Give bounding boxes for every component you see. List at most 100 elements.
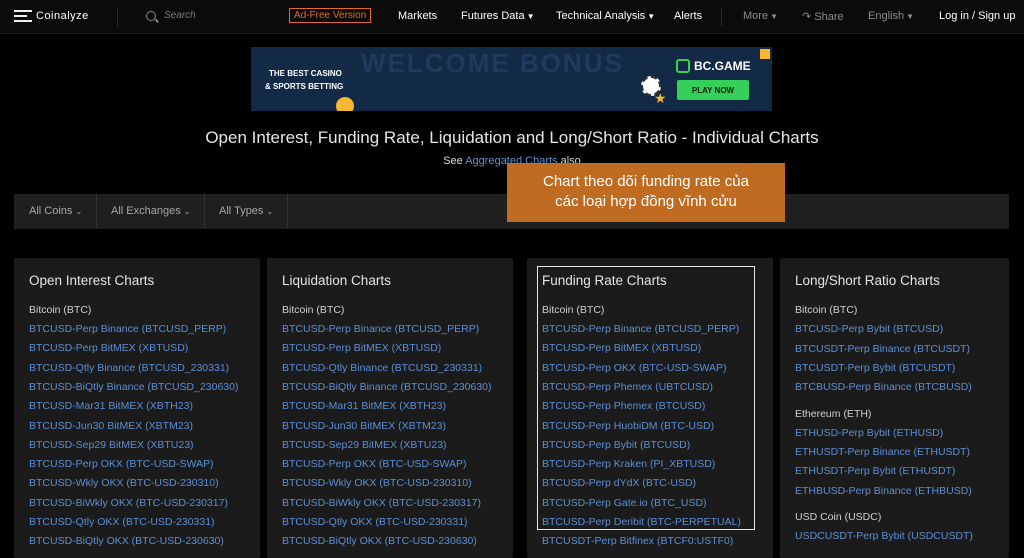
chevron-down-icon: ⌄ [75,207,83,216]
chart-link[interactable]: BTCUSD-Mar31 BitMEX (XBTH23) [29,400,193,412]
chart-link[interactable]: BTCUSD-BiQtly OKX (BTC-USD-230630) [29,535,224,547]
chart-link[interactable]: BTCUSD-BiWkly OKX (BTC-USD-230317) [282,497,481,509]
card-group-label: USD Coin (USDC) [795,511,882,523]
search-input[interactable]: Search [146,10,196,21]
brand-name: Coinalyze [36,10,89,22]
chart-link[interactable]: BTCUSD-Perp Bybit (BTCUSD) [795,323,943,335]
card-title: Long/Short Ratio Charts [795,273,940,288]
chevron-down-icon: ▼ [906,12,914,21]
play-now-button[interactable]: PLAY NOW [677,80,749,100]
chart-link[interactable]: BTCUSD-Wkly OKX (BTC-USD-230310) [29,477,219,489]
filter-divider [204,194,205,229]
chart-link[interactable]: BTCUSD-Sep29 BitMEX (XBTU23) [282,439,447,451]
search-placeholder: Search [164,10,196,21]
filter-exchanges-label: All Exchanges [111,205,181,217]
annotation-line-1: Chart theo dõi funding rate của [543,173,749,190]
filter-all-coins[interactable]: All Coins ⌄ [29,205,82,217]
chart-link[interactable]: BTCUSD-Sep29 BitMEX (XBTU23) [29,439,194,451]
login-signup-link[interactable]: Log in / Sign up [939,10,1015,22]
chart-link[interactable]: BTCUSD-BiQtly Binance (BTCUSD_230630) [29,381,239,393]
card-title: Liquidation Charts [282,273,391,288]
card-group-label: Bitcoin (BTC) [282,304,345,316]
banner-line-1: THE BEST CASINO [269,69,342,78]
banner-line-2: & SPORTS BETTING [265,82,344,91]
card-group-label: Ethereum (ETH) [795,407,872,420]
banner-background-text: WELCOME BONUS [361,48,624,78]
ad-banner[interactable]: WELCOME BONUS THE BEST CASINO & SPORTS B… [251,47,772,111]
filter-divider [287,194,288,229]
bcgame-name: BC.GAME [694,59,751,73]
chart-link[interactable]: BTCUSD-Wkly OKX (BTC-USD-230310) [282,477,472,489]
chevron-down-icon: ▼ [647,12,656,21]
chart-link[interactable]: BTCUSD-Qtly Binance (BTCUSD_230331) [282,362,482,374]
nav-markets[interactable]: Markets [398,10,437,22]
filter-types-label: All Types [219,205,264,217]
logo[interactable]: Coinalyze [14,9,89,23]
filter-all-types[interactable]: All Types ⌄ [219,205,273,217]
filter-all-exchanges[interactable]: All Exchanges ⌄ [111,205,190,217]
nav-language-label: English [868,10,905,22]
nav-share[interactable]: ↷ Share [802,10,844,23]
chart-link[interactable]: BTCUSD-Qtly OKX (BTC-USD-230331) [282,516,468,528]
filter-coins-label: All Coins [29,205,73,217]
ad-free-button[interactable]: Ad-Free Version [289,8,372,23]
chart-link[interactable]: BTCUSD-Qtly Binance (BTCUSD_230331) [29,362,229,374]
search-icon [146,10,156,21]
star-icon: ★ [654,90,667,106]
chart-link[interactable]: BTCUSD-Perp OKX (BTC-USD-SWAP) [282,458,467,470]
chart-link[interactable]: BTCUSD-Perp BitMEX (XBTUSD) [29,342,188,354]
chart-link[interactable]: BTCUSD-Mar31 BitMEX (XBTH23) [282,400,446,412]
chart-link[interactable]: BTCUSD-BiQtly OKX (BTC-USD-230630) [282,535,477,547]
nav-divider [721,7,722,26]
nav-futures-data[interactable]: Futures Data ▼ [461,10,535,22]
long-short-ratio-card: Long/Short Ratio Charts Bitcoin (BTC) BTC… [780,258,1009,558]
chart-link[interactable]: USDCUSDT-Perp Bybit (USDCUSDT) [795,530,973,542]
chevron-down-icon: ▼ [526,12,535,21]
chart-link[interactable]: BTCUSD-Perp BitMEX (XBTUSD) [282,342,441,354]
chart-link[interactable]: BTCUSD-Qtly OKX (BTC-USD-230331) [29,516,215,528]
chart-link[interactable]: BTCUSD-Perp OKX (BTC-USD-SWAP) [29,458,214,470]
annotation-callout: Chart theo dõi funding rate của các loại… [507,163,785,222]
chart-link[interactable]: BTCUSD-BiQtly Binance (BTCUSD_230630) [282,381,492,393]
nav-futures-label: Futures Data [461,10,525,22]
top-nav: Coinalyze Search Ad-Free Version Markets… [0,0,1024,34]
liquidation-card: Liquidation Charts Bitcoin (BTC) BTCUSD-… [267,258,513,558]
share-icon: ↷ [802,11,812,23]
nav-alerts[interactable]: Alerts [674,10,702,22]
menu-icon[interactable] [14,9,32,23]
filter-divider [96,194,97,229]
chevron-down-icon: ⌄ [266,207,274,216]
chart-link[interactable]: BTCUSDT-Perp Bitfinex (BTCF0:USTF0) [542,535,733,547]
see-prefix: See [443,155,463,167]
annotation-line-2: các loại hợp đồng vĩnh cửu [555,193,737,210]
nav-language[interactable]: English ▼ [868,10,914,22]
chevron-down-icon: ▼ [770,12,778,21]
chevron-down-icon: ⌄ [183,207,191,216]
nav-more-label: More [743,10,769,22]
ad-choices-icon[interactable] [760,49,770,59]
card-title: Open Interest Charts [29,273,155,288]
nav-technical-label: Technical Analysis [556,10,646,22]
chart-link[interactable]: BTCUSDT-Perp Bybit (BTCUSDT) [795,362,955,374]
nav-divider [117,7,118,26]
chart-link[interactable]: ETHBUSD-Perp Binance (ETHBUSD) [795,485,972,497]
open-interest-card: Open Interest Charts Bitcoin (BTC) BTCUS… [14,258,260,558]
chart-link[interactable]: ETHUSD-Perp Bybit (ETHUSD) [795,427,943,439]
chart-link[interactable]: BTCBUSD-Perp Binance (BTCBUSD) [795,381,972,393]
chart-link[interactable]: ETHUSDT-Perp Binance (ETHUSDT) [795,446,970,458]
chart-link[interactable]: BTCUSD-Jun30 BitMEX (XBTM23) [282,420,446,432]
coin-icon [336,97,354,111]
nav-more[interactable]: More ▼ [743,10,778,22]
chart-link[interactable]: BTCUSD-Perp Binance (BTCUSD_PERP) [29,323,226,335]
chart-link[interactable]: BTCUSD-BiWkly OKX (BTC-USD-230317) [29,497,228,509]
card-group-label: Bitcoin (BTC) [795,304,858,316]
chart-link[interactable]: BTCUSDT-Perp Binance (BTCUSDT) [795,343,970,355]
highlight-box [537,266,755,530]
chart-link[interactable]: ETHUSDT-Perp Bybit (ETHUSDT) [795,465,955,477]
nav-share-label: Share [814,11,844,23]
bcgame-logo: BC.GAME [676,59,751,73]
page-title: Open Interest, Funding Rate, Liquidation… [205,128,819,147]
chart-link[interactable]: BTCUSD-Jun30 BitMEX (XBTM23) [29,420,193,432]
chart-link[interactable]: BTCUSD-Perp Binance (BTCUSD_PERP) [282,323,479,335]
nav-technical-analysis[interactable]: Technical Analysis ▼ [556,10,655,22]
